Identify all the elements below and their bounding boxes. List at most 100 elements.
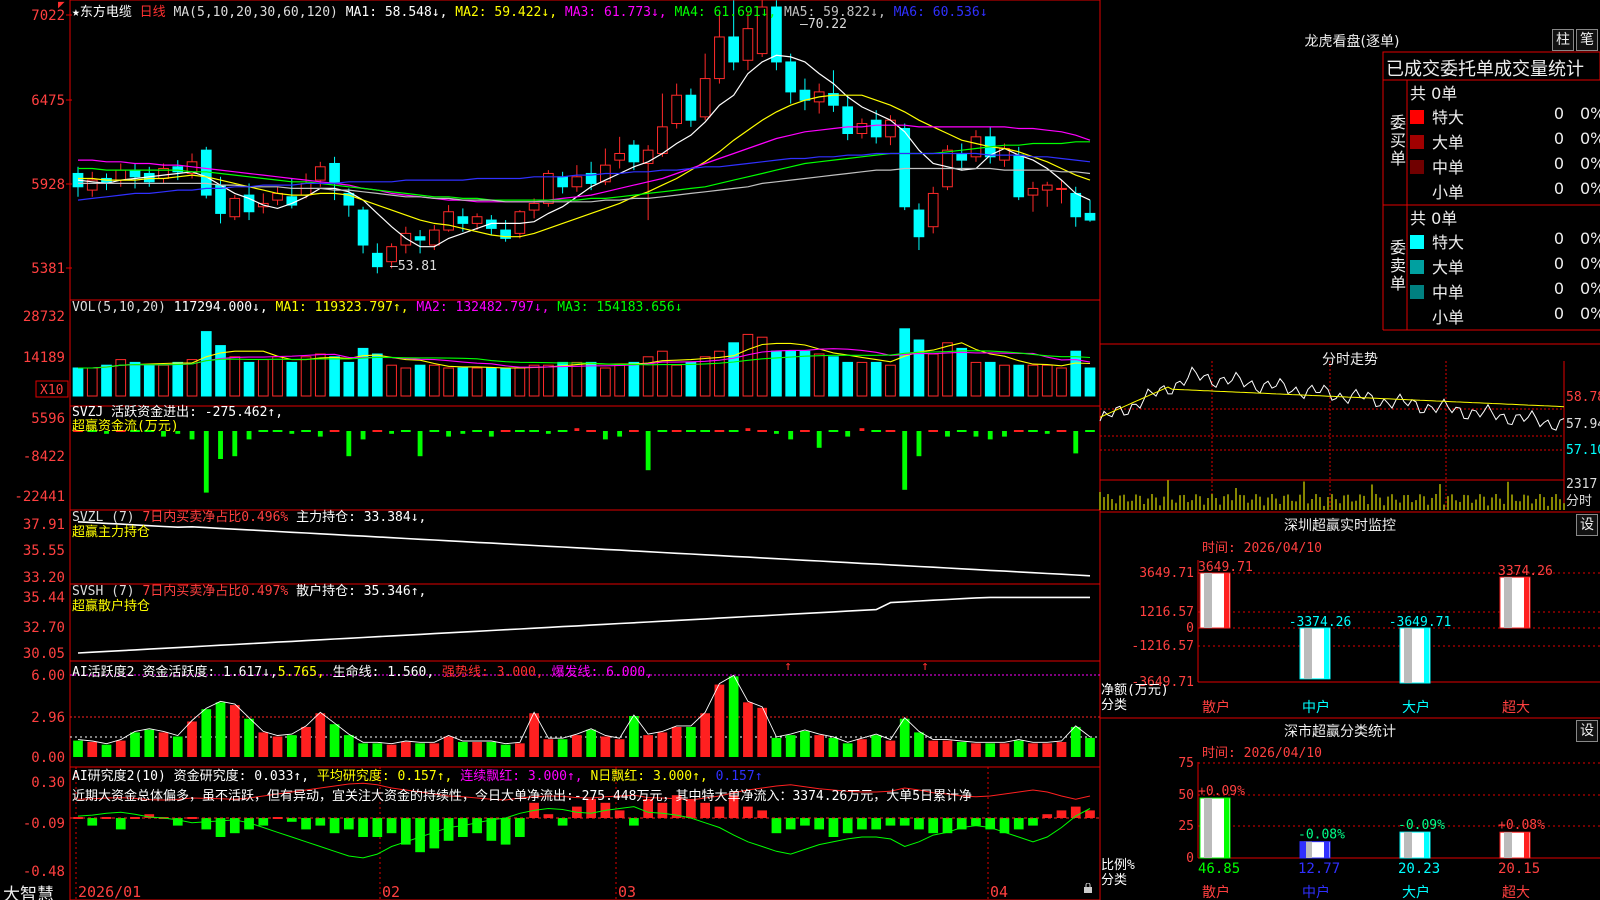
research-bar xyxy=(443,818,454,841)
capital-flow-bar xyxy=(902,431,908,490)
vol-unit-label: X10 xyxy=(40,383,63,398)
expand-icon[interactable]: ◤ xyxy=(58,0,65,11)
burst-arrow-icon: ↑ xyxy=(784,659,792,674)
volume-bar xyxy=(628,361,640,397)
candle-body xyxy=(685,94,697,121)
volume-bar xyxy=(158,364,169,397)
capital-flow-bar xyxy=(557,430,568,432)
candle-body xyxy=(671,94,682,125)
main-chart-canvas[interactable]: 70226475592853812026/01 02 03 04—70.22—53.8… xyxy=(0,0,1600,900)
candle-body xyxy=(1070,192,1082,218)
volume-bar xyxy=(343,361,355,397)
monitor-bar-shade xyxy=(1504,577,1512,628)
classify-axis-labels: 比例% 分类 xyxy=(1101,858,1135,888)
tick-mode-button[interactable]: 笔 xyxy=(1576,29,1598,51)
classify-bar-shade xyxy=(1204,798,1212,858)
activity-bar xyxy=(187,721,197,757)
price-tick-label: 5381 xyxy=(31,261,65,277)
activity-bar xyxy=(515,743,525,757)
research-bar xyxy=(842,818,853,834)
volume-bar xyxy=(386,364,397,397)
monitor-bar-shade xyxy=(1204,573,1212,628)
color-swatch xyxy=(1410,310,1424,324)
date-label: 2026/01 xyxy=(78,883,141,900)
candle-body xyxy=(799,89,811,101)
buy-row-1: 特大 0 0% xyxy=(1410,104,1600,128)
capital-flow-bar xyxy=(515,430,525,432)
activity-bar xyxy=(343,735,354,757)
classify-bar-shade xyxy=(1404,832,1412,858)
monitor-tick-label: 1216.57 xyxy=(1139,605,1194,620)
volume-bar xyxy=(1027,364,1039,397)
capital-flow-bar xyxy=(885,430,896,432)
monitor-settings-button[interactable]: 设 xyxy=(1576,514,1598,536)
capital-flow-bar xyxy=(460,431,466,434)
volume-bar xyxy=(671,364,682,397)
monitor-bar-shade xyxy=(1304,628,1312,679)
research-bar xyxy=(258,818,269,826)
research-bar xyxy=(358,818,368,837)
volume-bar xyxy=(86,367,98,397)
research-bar xyxy=(201,818,212,830)
capital-flow-bar xyxy=(956,430,967,432)
volume-bar xyxy=(885,364,896,397)
research-avg-line xyxy=(77,806,1091,859)
volume-bar xyxy=(1013,364,1025,397)
volume-bar xyxy=(400,367,412,397)
activity-bar xyxy=(372,743,383,757)
burst-arrow-icon: ↑ xyxy=(921,659,929,674)
research-bar xyxy=(472,818,482,834)
star-icon: ★ xyxy=(72,5,80,20)
classify-settings-button[interactable]: 设 xyxy=(1576,720,1598,742)
activity-bar xyxy=(101,744,112,757)
activity-bar xyxy=(130,732,140,757)
capital-flow-bar xyxy=(714,430,725,432)
order-size-label: 特大 xyxy=(1432,108,1465,127)
sell-row-4: 小单 0 0% xyxy=(1410,304,1600,328)
activity-bar xyxy=(1042,743,1053,757)
activity-bar xyxy=(286,735,297,757)
research-bar xyxy=(785,818,796,830)
capital-flow-bar xyxy=(203,431,209,493)
monitor-bar-edge xyxy=(1424,628,1429,683)
research-bar xyxy=(771,818,782,834)
capital-flow-bar xyxy=(417,431,423,457)
order-percent: 0% xyxy=(1580,254,1600,273)
activity-bar xyxy=(1070,726,1081,757)
capital-flow-bar xyxy=(574,428,580,431)
candle-body xyxy=(699,78,711,118)
order-percent: 0% xyxy=(1580,129,1600,148)
volume-bar xyxy=(414,364,426,397)
activity-bar xyxy=(443,736,454,757)
volume-bar xyxy=(243,361,255,397)
classify-tick-label: 75 xyxy=(1178,756,1194,771)
capital-flow-bar xyxy=(500,430,511,432)
activity-bar xyxy=(999,743,1010,757)
activity-line xyxy=(77,674,1091,745)
activity-bar xyxy=(985,743,996,757)
activity-bar xyxy=(828,737,839,757)
candle-body xyxy=(543,172,554,204)
activity-bar xyxy=(586,729,596,757)
order-size-label: 小单 xyxy=(1432,183,1465,202)
activity-bar xyxy=(671,726,682,757)
monitor-bar-edge xyxy=(1524,577,1529,628)
order-percent: 0% xyxy=(1580,229,1600,248)
research-bar xyxy=(885,818,896,826)
order-count: 0 xyxy=(1553,304,1564,323)
intraday-unit-label: 分时 xyxy=(1566,494,1592,509)
bar-mode-button[interactable]: 柱 xyxy=(1552,29,1574,51)
volume-bar xyxy=(728,342,740,397)
volume-bar xyxy=(870,361,882,397)
capital-flow-bar xyxy=(745,428,751,431)
research-bar xyxy=(614,810,625,818)
candle-body xyxy=(899,128,911,208)
lhb-tabs[interactable]: 已成交委托单成交量统计 xyxy=(1386,55,1600,81)
volume-bar xyxy=(913,339,925,397)
candle-body xyxy=(457,216,469,224)
candle-body xyxy=(471,216,483,224)
research-bar xyxy=(714,806,725,818)
lock-icon[interactable] xyxy=(1083,882,1093,893)
activity-bar xyxy=(600,736,611,757)
price-tick-label: 5928 xyxy=(31,177,65,193)
